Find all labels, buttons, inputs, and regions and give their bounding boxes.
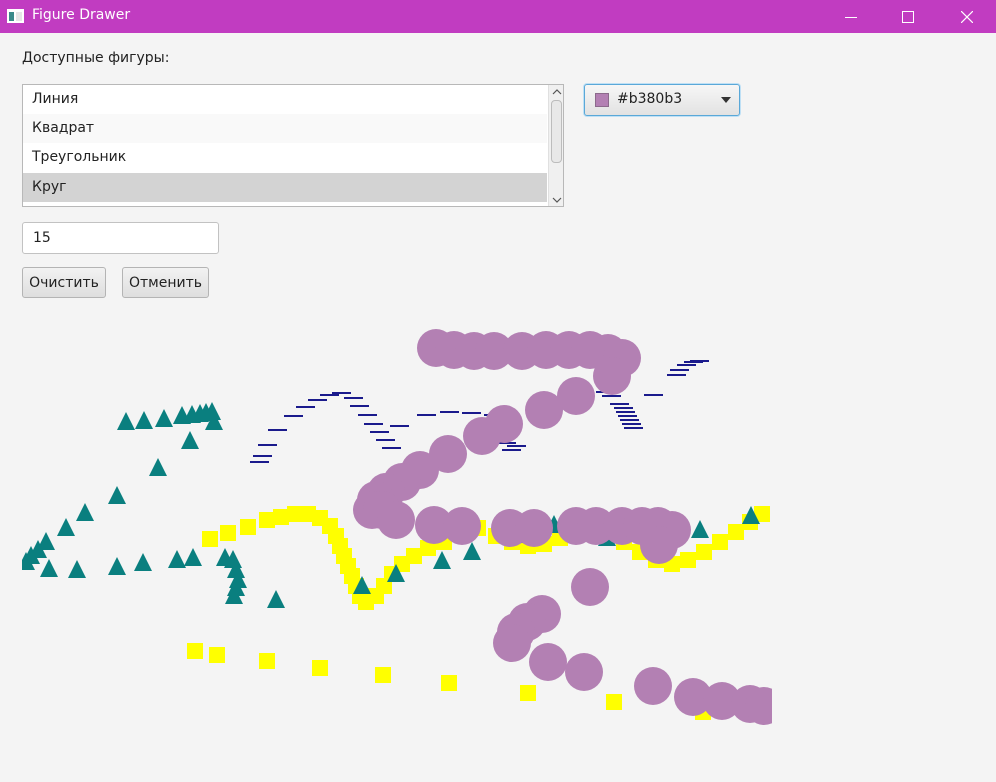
drawn-circles (353, 329, 772, 725)
color-swatch (595, 93, 609, 107)
maximize-button[interactable] (884, 0, 932, 33)
minimize-icon (845, 16, 857, 18)
drawing-canvas[interactable] (22, 320, 772, 730)
list-item-circle[interactable]: Круг (23, 173, 547, 202)
close-icon (961, 10, 973, 23)
maximize-icon (902, 10, 914, 23)
shapes-list[interactable]: Линия Квадрат Треугольник Круг (22, 84, 564, 207)
scroll-thumb[interactable] (551, 100, 562, 163)
clear-button[interactable]: Очистить (22, 267, 106, 298)
color-value: #b380b3 (617, 91, 683, 107)
shapes-label: Доступные фигуры: (22, 50, 170, 66)
scroll-down-icon[interactable] (552, 195, 562, 205)
undo-button[interactable]: Отменить (122, 267, 209, 298)
window-title: Figure Drawer (32, 7, 131, 23)
color-picker[interactable]: #b380b3 (584, 84, 740, 116)
list-item-line[interactable]: Линия (23, 85, 547, 114)
list-item-square[interactable]: Квадрат (23, 114, 547, 143)
title-bar[interactable]: Figure Drawer (0, 0, 996, 33)
scroll-up-icon[interactable] (552, 87, 562, 97)
size-input[interactable] (22, 222, 219, 254)
minimize-button[interactable] (827, 0, 875, 33)
chevron-down-icon (721, 97, 731, 103)
list-item-triangle[interactable]: Треугольник (23, 143, 547, 172)
list-scrollbar[interactable] (548, 85, 563, 206)
close-button[interactable] (943, 0, 991, 33)
app-icon (7, 9, 24, 23)
